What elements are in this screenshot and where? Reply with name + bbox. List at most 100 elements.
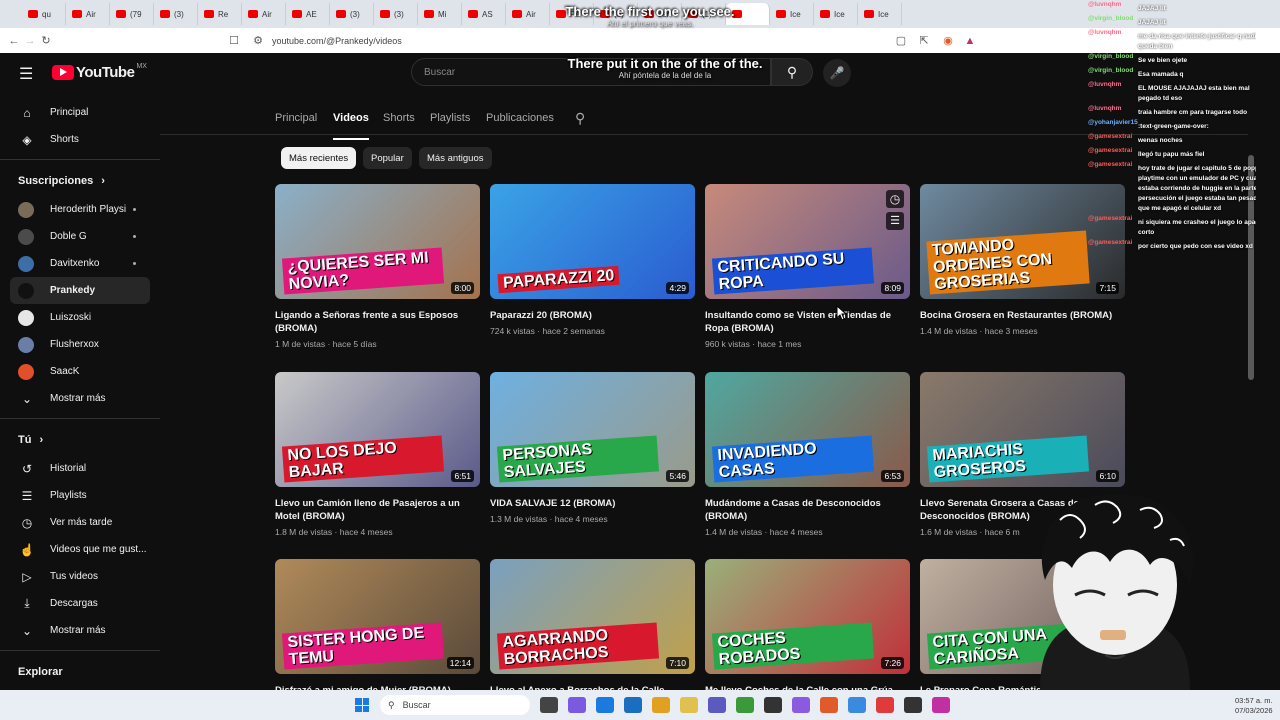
reload-icon[interactable]: ↻ — [38, 34, 54, 47]
zoom-icon[interactable]: ⇱ — [916, 34, 932, 47]
subscription-item[interactable]: Doble G — [0, 223, 160, 250]
menu-icon[interactable]: ☰ — [19, 64, 33, 84]
video-card[interactable]: Personas salvajes 5:46 VIDA SALVAJE 12 (BR… — [490, 372, 695, 524]
site-info-icon[interactable]: ⚙ — [250, 34, 266, 47]
video-thumbnail[interactable]: Personas salvajes 5:46 — [490, 372, 695, 487]
url-field[interactable]: youtube.com/@Prankedy/videos — [272, 36, 402, 46]
video-thumbnail[interactable]: Paparazzi 20 4:29 — [490, 184, 695, 299]
browser-tab[interactable]: Ice — [814, 3, 858, 25]
browser-tab[interactable]: Re — [198, 3, 242, 25]
video-title[interactable]: Paparazzi 20 (BROMA) — [490, 309, 695, 322]
tab-shorts[interactable]: Shorts — [383, 112, 415, 124]
video-card[interactable]: Sister Hong de Temu12:14Disfrazé a mi am… — [275, 559, 480, 697]
subscription-item[interactable]: Heroderith Playsi — [0, 196, 160, 223]
video-thumbnail[interactable]: Invadiendo casas 6:53 — [705, 372, 910, 487]
video-title[interactable]: VIDA SALVAJE 12 (BROMA) — [490, 497, 695, 510]
youtube-logo[interactable]: YouTube MX — [52, 63, 147, 81]
app-icon[interactable] — [764, 697, 782, 713]
extension-icon[interactable]: ◉ — [940, 34, 956, 47]
subscription-item[interactable]: ⌄ Mostrar más — [0, 385, 160, 412]
video-card[interactable]: Agarrando borrachos7:10Llevo al Anexo a … — [490, 559, 695, 697]
subscription-item[interactable]: Prankedy — [10, 277, 150, 304]
browser-tab[interactable]: (3) — [154, 3, 198, 25]
browser-tab[interactable]: (79 — [110, 3, 154, 25]
sidebar-item-shorts[interactable]: ◈ Shorts — [0, 126, 160, 153]
sidebar-item-you[interactable]: ☝ Videos que me gust... — [0, 536, 160, 563]
app-icon[interactable] — [932, 697, 950, 713]
video-thumbnail[interactable]: Mariachis groseros 6:10 — [920, 372, 1125, 487]
video-card[interactable]: No los dejo bajar 6:51 Llevo un Camión lle… — [275, 372, 480, 537]
browser-tab[interactable]: Mi — [418, 3, 462, 25]
taskbar-search[interactable]: ⚲ Buscar — [380, 695, 530, 715]
app-icon[interactable] — [904, 697, 922, 713]
tab-publicaciones[interactable]: Publicaciones — [486, 112, 554, 124]
browser-tab[interactable]: Ice — [770, 3, 814, 25]
teams-icon[interactable] — [708, 697, 726, 713]
tab-principal[interactable]: Principal — [275, 112, 317, 124]
browser-tab[interactable]: qu — [22, 3, 66, 25]
cast-icon[interactable]: ▢ — [893, 34, 909, 47]
video-title[interactable]: Ligando a Señoras frente a sus Esposos (… — [275, 309, 480, 335]
filter-chip[interactable]: Más antiguos — [419, 147, 492, 169]
video-title[interactable]: Mudándome a Casas de Desconocidos (BROMA… — [705, 497, 910, 523]
windows-start-icon[interactable] — [355, 698, 369, 712]
tab-videos[interactable]: Videos — [333, 112, 369, 140]
app-icon[interactable] — [876, 697, 894, 713]
subscription-item[interactable]: Luiszoski — [0, 304, 160, 331]
files-icon[interactable] — [652, 697, 670, 713]
browser-tab[interactable]: AS — [462, 3, 506, 25]
video-card[interactable]: Invadiendo casas 6:53 Mudándome a Casas de… — [705, 372, 910, 537]
voice-search-button[interactable]: 🎤 — [823, 59, 851, 87]
discord-icon[interactable] — [792, 697, 810, 713]
video-card[interactable]: Coches robados7:26Me llevo Coches de la … — [705, 559, 910, 697]
video-title[interactable]: Bocina Grosera en Restaurantes (BROMA) — [920, 309, 1125, 322]
snipping-icon[interactable] — [848, 697, 866, 713]
browser-tab[interactable]: Ice — [858, 3, 902, 25]
back-icon[interactable]: ← — [6, 35, 22, 47]
filter-chip[interactable]: Más recientes — [281, 147, 357, 169]
warning-icon[interactable]: ▲ — [962, 35, 978, 47]
video-thumbnail[interactable]: Sister Hong de Temu 12:14 — [275, 559, 480, 674]
subscription-item[interactable]: Davitxenko — [0, 250, 160, 277]
video-thumbnail[interactable]: No los dejo bajar 6:51 — [275, 372, 480, 487]
browser-tab[interactable]: Air — [242, 3, 286, 25]
video-thumbnail[interactable]: Criticando su ropa 8:09 ◷ ☰ — [705, 184, 910, 299]
folder-icon[interactable] — [680, 697, 698, 713]
tab-playlists[interactable]: Playlists — [430, 112, 470, 124]
video-thumbnail[interactable]: Coches robados 7:26 — [705, 559, 910, 674]
sidebar-item-you[interactable]: ↺ Historial — [0, 455, 160, 482]
you-header[interactable]: Tú › — [0, 425, 160, 455]
watch-later-icon[interactable]: ◷ — [886, 190, 904, 208]
video-thumbnail[interactable]: ¿Quieres ser mi novia? 8:00 — [275, 184, 480, 299]
subscriptions-header[interactable]: Suscripciones › — [0, 166, 160, 196]
add-to-queue-icon[interactable]: ☰ — [886, 212, 904, 230]
channel-search-icon[interactable]: ⚲ — [575, 110, 585, 127]
sidebar-item-you[interactable]: ◷ Ver más tarde — [0, 509, 160, 536]
sidebar-item-you[interactable]: ⤓ Descargas — [0, 590, 160, 617]
browser-tab[interactable]: AE — [286, 3, 330, 25]
video-thumbnail[interactable]: Agarrando borrachos 7:10 — [490, 559, 695, 674]
edge-icon[interactable] — [596, 697, 614, 713]
bookmark-icon[interactable]: ☐ — [226, 34, 242, 47]
brave-icon[interactable] — [820, 697, 838, 713]
minecraft-icon[interactable] — [736, 697, 754, 713]
sidebar-item-you[interactable]: ☰ Playlists — [0, 482, 160, 509]
sidebar-item-principal[interactable]: ⌂ Principal — [0, 99, 160, 126]
video-card[interactable]: ¿Quieres ser mi novia? 8:00 Ligando a Seño… — [275, 184, 480, 349]
filter-chip[interactable]: Popular — [363, 147, 412, 169]
browser-tab[interactable]: (3) — [374, 3, 418, 25]
store-icon[interactable] — [624, 697, 642, 713]
subscription-item[interactable]: Flusherxox — [0, 331, 160, 358]
sidebar-item-you[interactable]: ▷ Tus videos — [0, 563, 160, 590]
video-card[interactable]: Criticando su ropa 8:09 ◷ ☰ Insultando como … — [705, 184, 910, 349]
video-title[interactable]: Llevo un Camión lleno de Pasajeros a un … — [275, 497, 480, 523]
widgets-icon[interactable] — [568, 697, 586, 713]
task-view-icon[interactable] — [540, 697, 558, 713]
search-input[interactable]: Buscar — [424, 67, 455, 78]
taskbar-search-input[interactable]: Buscar — [403, 700, 431, 710]
video-card[interactable]: Paparazzi 20 4:29 Paparazzi 20 (BROMA) 724 … — [490, 184, 695, 336]
browser-tab[interactable]: (3) — [330, 3, 374, 25]
browser-tab[interactable]: Air — [66, 3, 110, 25]
video-title[interactable]: Insultando como se Visten en Tiendas de … — [705, 309, 910, 335]
forward-icon[interactable]: → — [22, 35, 38, 47]
